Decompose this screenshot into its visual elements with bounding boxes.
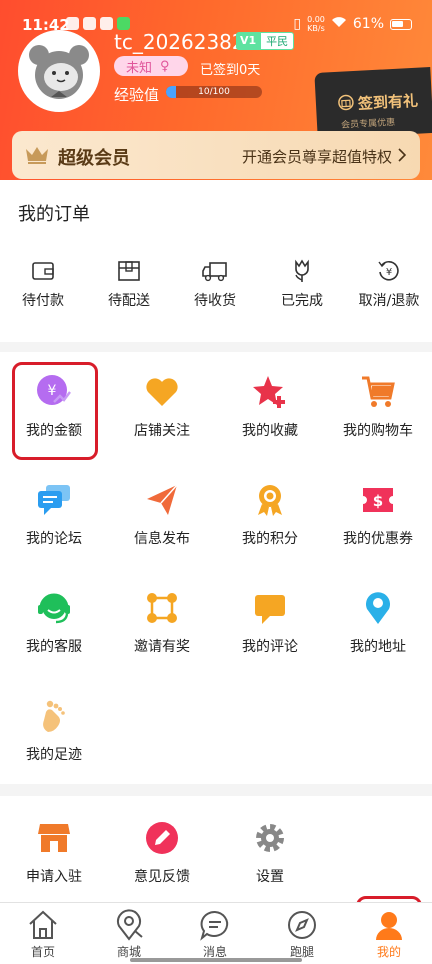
- service-my-address[interactable]: 我的地址: [324, 568, 432, 676]
- svg-text:$: $: [373, 492, 383, 510]
- tool-apply-join[interactable]: 申请入驻: [0, 796, 108, 904]
- coupon-icon: $: [363, 488, 393, 512]
- service-publish[interactable]: 信息发布: [108, 460, 216, 568]
- notification-icons: [66, 17, 130, 30]
- paper-plane-icon: [147, 484, 178, 515]
- bottom-tab-bar: 首页 商城 消息 跑腿 我的: [0, 902, 432, 964]
- tiktok-icon: [66, 17, 79, 30]
- wifi-icon: [331, 16, 347, 32]
- service-invite-reward[interactable]: 邀请有奖: [108, 568, 216, 676]
- tulip-icon: [259, 258, 345, 284]
- tab-messages[interactable]: 消息: [172, 909, 258, 960]
- crown-icon: [24, 145, 50, 169]
- app-icon: [117, 17, 130, 30]
- tab-mall[interactable]: 商城: [86, 909, 172, 960]
- heart-icon: [146, 378, 178, 406]
- chevron-right-icon: [398, 147, 407, 166]
- battery-icon: [390, 18, 412, 30]
- service-customer-service[interactable]: 我的客服: [0, 568, 108, 676]
- vibrate-icon: ▯: [293, 16, 302, 32]
- tab-mine[interactable]: 我的: [346, 909, 432, 960]
- vip-title: 超级会员: [58, 148, 130, 169]
- user-icon: [376, 912, 402, 940]
- checkin-title: 签到有礼: [357, 91, 419, 113]
- tab-home[interactable]: 首页: [0, 909, 86, 960]
- comment-icon: [255, 595, 285, 624]
- level-badge: V1 平民: [236, 32, 295, 50]
- service-store-follow[interactable]: 店铺关注: [108, 352, 216, 460]
- gift-icon: [337, 94, 354, 115]
- app-icon: [83, 17, 96, 30]
- order-refund[interactable]: ¥ 取消/退款: [346, 258, 432, 310]
- service-my-points[interactable]: 我的积分: [216, 460, 324, 568]
- service-my-favorites[interactable]: 我的收藏: [216, 352, 324, 460]
- exp-progress-text: 10/100: [198, 87, 230, 97]
- username: tc_20262382: [114, 30, 245, 54]
- wallet-icon: [0, 258, 86, 284]
- order-pending-receipt[interactable]: 待收货: [172, 258, 258, 310]
- net-speed: 0.00 KB/s: [307, 15, 325, 33]
- svg-text:¥: ¥: [386, 267, 392, 278]
- status-right: ▯ 0.00 KB/s 61%: [293, 15, 412, 33]
- pencil-circle-icon: [146, 822, 178, 854]
- compass-icon: [288, 911, 316, 939]
- home-icon: [29, 910, 57, 939]
- service-my-cart[interactable]: 我的购物车: [324, 352, 432, 460]
- gear-icon: [256, 824, 284, 852]
- checkin-card[interactable]: 签到有礼 会员专属优惠: [314, 67, 432, 139]
- orders-section: 我的订单 待付款 待配送 待收货 已完成 ¥ 取消/退款: [0, 180, 432, 342]
- order-pending-delivery[interactable]: 待配送: [86, 258, 172, 310]
- gender-badge: 未知 ♀: [114, 56, 188, 76]
- checkin-subtitle: 会员专属优惠: [340, 117, 396, 131]
- profile-header: 11:42 ▯ 0.00 KB/s 61% tc_20262382 V1 平民 …: [0, 0, 432, 190]
- headset-icon: [38, 593, 70, 624]
- box-icon: [86, 258, 172, 284]
- share-nodes-icon: [147, 593, 177, 623]
- order-pending-payment[interactable]: 待付款: [0, 258, 86, 310]
- service-my-forum[interactable]: 我的论坛: [0, 460, 108, 568]
- star-plus-icon: [253, 376, 285, 408]
- tab-errand[interactable]: 跑腿: [259, 909, 345, 960]
- tool-feedback[interactable]: 意见反馈: [108, 796, 216, 904]
- tool-settings[interactable]: 设置: [216, 796, 324, 904]
- vip-promo-text: 开通会员尊享超值特权: [241, 148, 392, 166]
- vip-banner[interactable]: 超级会员 开通会员尊享超值特权: [12, 131, 420, 179]
- message-icon: [200, 910, 229, 941]
- tools-section: 申请入驻 意见反馈 设置: [0, 796, 432, 902]
- orders-title: 我的订单: [18, 204, 90, 225]
- cart-icon: [362, 376, 395, 407]
- exp-progress-bar: 10/100: [166, 86, 262, 98]
- map-pin-icon: [117, 909, 143, 941]
- highlight-my-balance: [12, 362, 98, 460]
- battery-percent: 61%: [352, 16, 384, 32]
- chat-bubbles-icon: [38, 485, 70, 515]
- location-pin-icon: [366, 592, 390, 624]
- service-my-footprint[interactable]: 我的足迹: [0, 676, 108, 784]
- order-completed[interactable]: 已完成: [259, 258, 345, 310]
- female-icon: ♀: [160, 58, 170, 74]
- avatar[interactable]: [18, 30, 100, 112]
- app-icon: [100, 17, 113, 30]
- storefront-icon: [38, 824, 70, 852]
- medal-icon: [258, 485, 282, 516]
- refund-icon: ¥: [346, 258, 432, 284]
- truck-icon: [172, 258, 258, 284]
- service-my-reviews[interactable]: 我的评论: [216, 568, 324, 676]
- home-indicator[interactable]: [130, 958, 302, 962]
- exp-label: 经验值: [114, 86, 160, 104]
- checkin-status: 已签到0天: [200, 63, 261, 78]
- footprint-icon: [43, 700, 65, 732]
- service-my-coupons[interactable]: $ 我的优惠券: [324, 460, 432, 568]
